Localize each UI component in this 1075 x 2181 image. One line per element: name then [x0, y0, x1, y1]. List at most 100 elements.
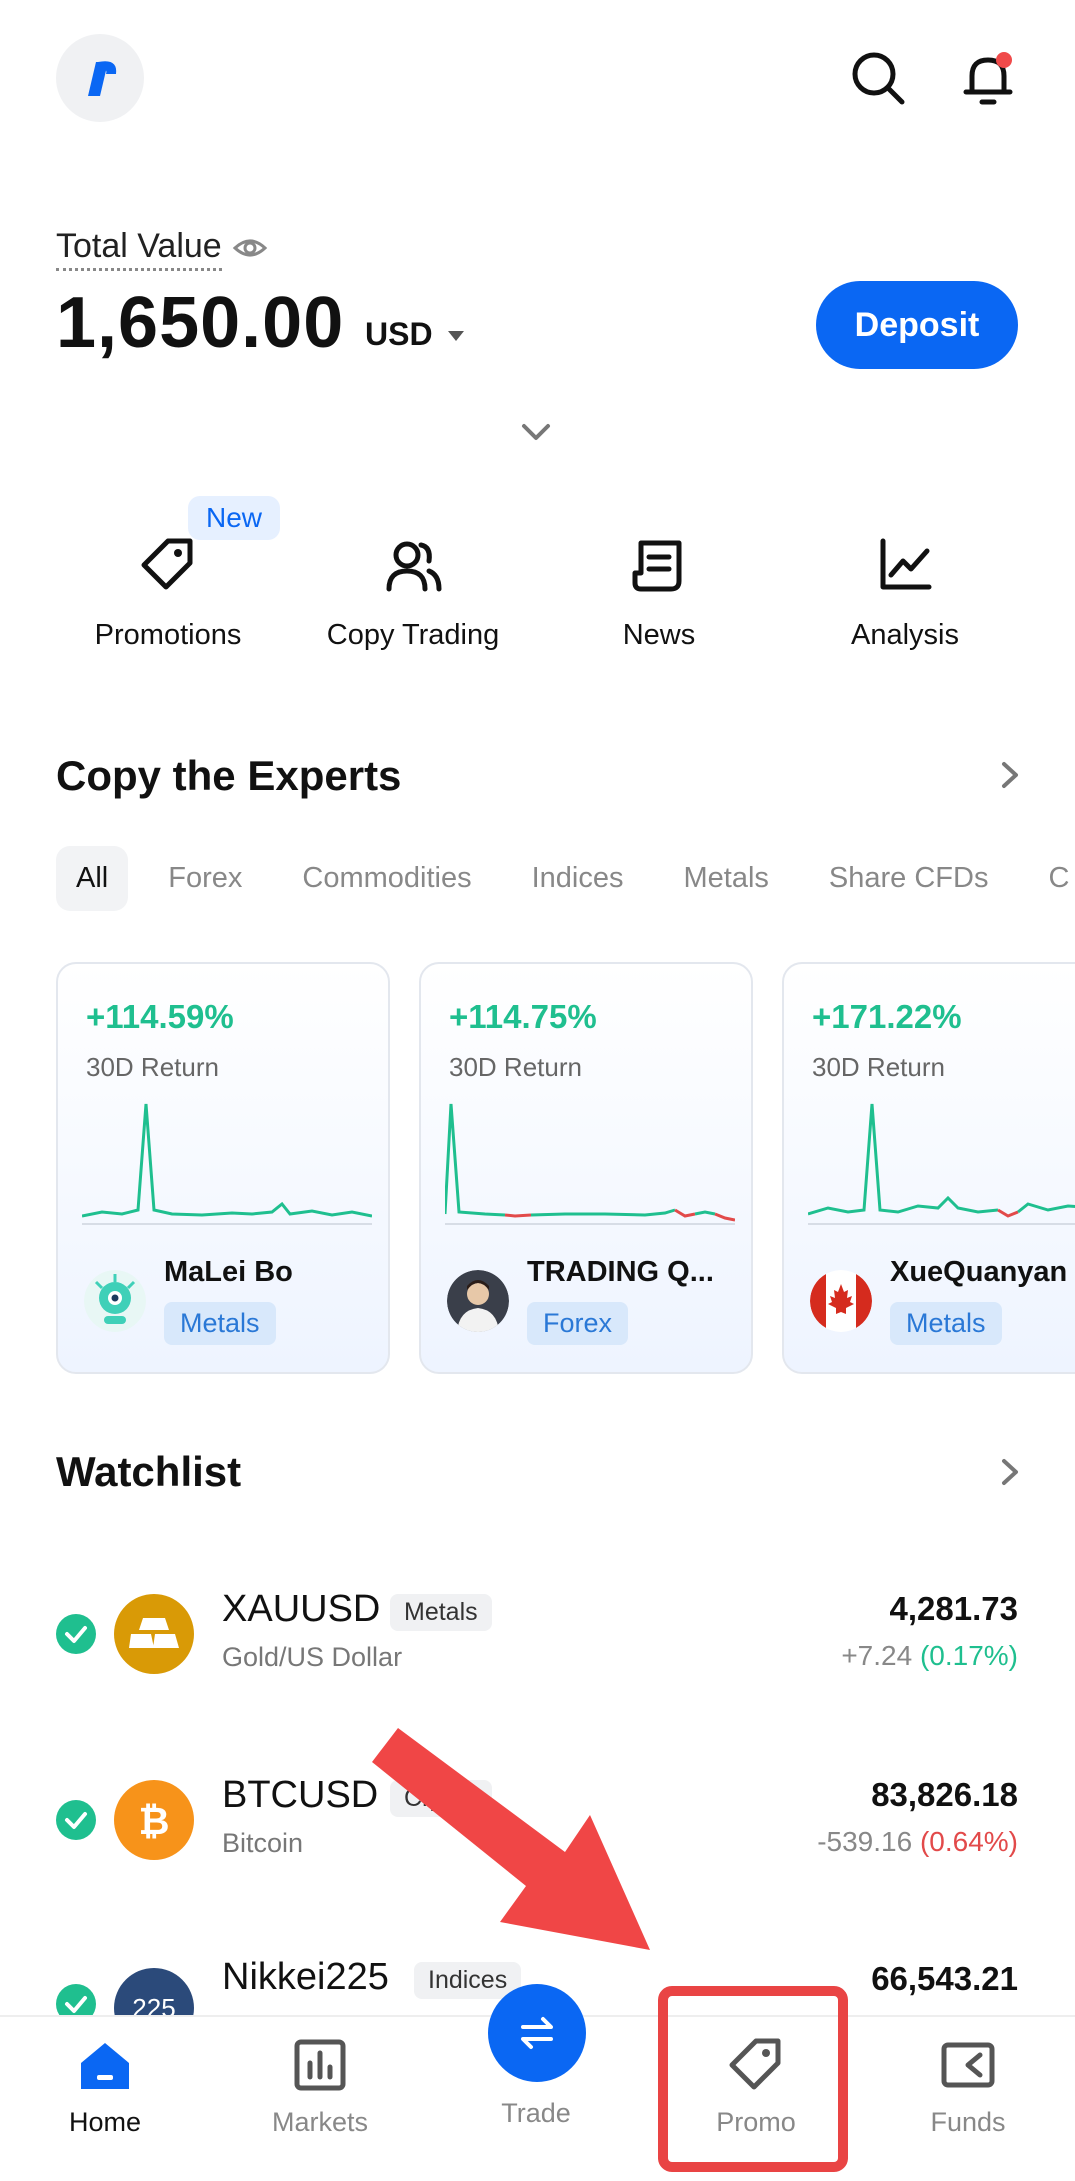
nav-markets-label: Markets	[271, 2107, 369, 2137]
promotions-button[interactable]: Promotions	[53, 535, 283, 652]
experts-more-button[interactable]	[994, 760, 1024, 795]
analysis-label: Analysis	[851, 619, 959, 651]
total-value-label: Total Value	[56, 226, 222, 271]
app-logo[interactable]	[56, 34, 144, 122]
price-change: -539.16 (0.64%)	[817, 1826, 1018, 1858]
symbol: BTCUSD	[222, 1774, 379, 1816]
expert-name: XueQuanyan	[890, 1256, 1068, 1288]
notifications-button[interactable]	[958, 48, 1018, 108]
copy-trading-label: Copy Trading	[326, 619, 500, 651]
watchlist-section-title: Watchlist	[56, 1448, 242, 1495]
tab-share-cfds[interactable]: Share CFDs	[829, 846, 989, 911]
analysis-button[interactable]: Analysis	[790, 535, 1020, 652]
search-icon	[852, 52, 905, 105]
expert-card[interactable]: +114.59% 30D Return MaLei Bo Metals	[56, 962, 390, 1374]
expert-category-badge: Metals	[890, 1302, 1002, 1345]
nav-funds[interactable]: Funds	[888, 2037, 1048, 2138]
experts-section-title: Copy the Experts	[56, 752, 402, 799]
promotions-label: Promotions	[94, 619, 242, 651]
category-tag: Indices	[414, 1962, 522, 1999]
annotation-highlight-box	[658, 1986, 848, 2172]
category-tag: Metals	[390, 1594, 492, 1631]
nav-markets[interactable]: Markets	[240, 2037, 400, 2138]
expert-category-badge: Metals	[164, 1302, 276, 1345]
expert-filter-tabs: All Forex Commodities Indices Metals Sha…	[56, 844, 1075, 912]
expert-return: +114.75%	[449, 998, 597, 1035]
brand-logo-icon	[88, 61, 117, 96]
expert-return: +114.59%	[86, 998, 234, 1035]
news-button[interactable]: News	[544, 535, 774, 652]
gold-bars-icon	[114, 1594, 194, 1674]
users-icon	[386, 541, 442, 592]
nav-home[interactable]: Home	[25, 2037, 185, 2138]
expert-avatar-flag	[810, 1270, 872, 1332]
expert-avatar	[447, 1270, 509, 1332]
bar-chart-icon	[294, 2039, 346, 2091]
expert-card[interactable]: +171.22% 30D Return XueQuanyan Metals	[782, 962, 1075, 1374]
home-icon	[81, 2043, 129, 2089]
change-pct: (0.64%)	[919, 1826, 1018, 1857]
instrument-name: Bitcoin	[222, 1828, 304, 1858]
change-abs: +7.24	[841, 1640, 913, 1671]
watchlist-row[interactable]: XAUUSD Metals Gold/US Dollar 4,281.73 +7…	[0, 1570, 1075, 1700]
tab-forex[interactable]: Forex	[168, 846, 242, 911]
trade-button[interactable]	[488, 1984, 586, 2082]
expert-return-label: 30D Return	[449, 1052, 582, 1082]
caret-down-icon[interactable]	[446, 328, 466, 349]
expert-return: +171.22%	[812, 998, 962, 1035]
nav-funds-label: Funds	[930, 2107, 1006, 2137]
chart-icon	[880, 538, 932, 590]
price-change: +7.24 (0.17%)	[841, 1640, 1018, 1672]
change-abs: -539.16	[817, 1826, 913, 1857]
copy-trading-button[interactable]: Copy Trading	[298, 535, 528, 652]
total-value-amount: 1,650.00	[56, 283, 345, 363]
change-pct: (0.17%)	[919, 1640, 1018, 1671]
expand-balance-button[interactable]	[518, 414, 554, 455]
watchlist-more-button[interactable]	[994, 1457, 1024, 1492]
tab-indices[interactable]: Indices	[532, 846, 624, 911]
swap-icon	[521, 2017, 553, 2049]
new-badge: New	[188, 496, 281, 540]
svg-text:₿: ₿	[139, 1799, 170, 1843]
instrument-name: Gold/US Dollar	[222, 1642, 403, 1672]
return-sparkline	[82, 1103, 372, 1225]
expert-card[interactable]: +114.75% 30D Return TRADING Q... Forex	[419, 962, 753, 1374]
tab-more[interactable]: C	[1048, 846, 1069, 911]
chevron-right-icon	[1002, 1459, 1018, 1485]
check-icon[interactable]	[56, 1800, 96, 1840]
bitcoin-icon: ₿	[114, 1780, 194, 1860]
expert-return-label: 30D Return	[812, 1052, 945, 1082]
return-sparkline	[445, 1103, 735, 1225]
tab-all[interactable]: All	[56, 845, 129, 911]
price: 66,543.21	[871, 1960, 1018, 1997]
expert-category-badge: Forex	[527, 1302, 629, 1345]
expert-name: TRADING Q...	[527, 1256, 714, 1288]
deposit-button[interactable]: Deposit	[816, 281, 1018, 369]
eye-icon	[232, 239, 268, 257]
expert-avatar	[84, 1270, 146, 1332]
nav-trade-label: Trade	[501, 2098, 571, 2128]
check-icon[interactable]	[56, 1614, 96, 1654]
watchlist-row[interactable]: ₿ BTCUSD Crypto Bitcoin 83,826.18 -539.1…	[0, 1756, 1075, 1886]
tab-commodities[interactable]: Commodities	[302, 846, 471, 911]
toggle-visibility-button[interactable]	[232, 230, 268, 271]
symbol: Nikkei225	[222, 1956, 389, 1998]
price: 83,826.18	[871, 1776, 1018, 1813]
price: 4,281.73	[889, 1590, 1018, 1627]
tag-icon	[141, 538, 193, 590]
wallet-icon	[941, 2042, 995, 2088]
return-sparkline	[808, 1103, 1075, 1225]
nav-home-label: Home	[68, 2107, 142, 2137]
news-icon	[632, 540, 682, 592]
chevron-down-icon	[522, 424, 550, 440]
symbol: XAUUSD	[222, 1588, 381, 1630]
chevron-right-icon	[1002, 762, 1018, 788]
expert-return-label: 30D Return	[86, 1052, 219, 1082]
expert-name: MaLei Bo	[164, 1256, 293, 1288]
tab-metals[interactable]: Metals	[683, 846, 768, 911]
category-tag: Crypto	[390, 1780, 492, 1817]
news-label: News	[622, 619, 696, 651]
search-button[interactable]	[848, 48, 908, 108]
currency-selector[interactable]: USD	[365, 316, 433, 353]
bell-icon	[963, 52, 1013, 105]
